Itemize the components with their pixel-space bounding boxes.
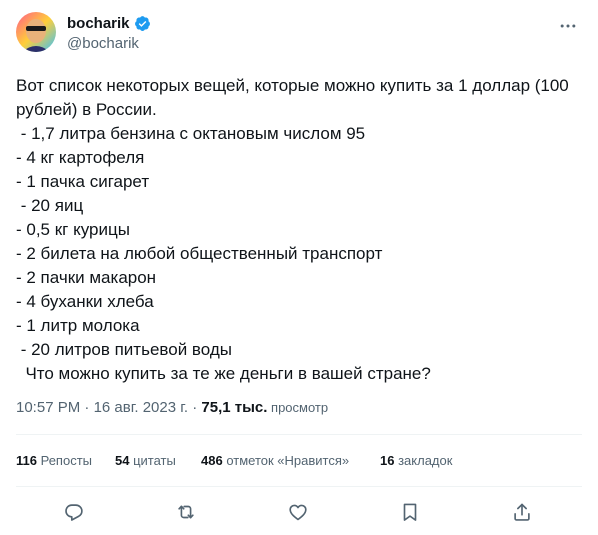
tweet-text: Вот список некоторых вещей, которые можн…: [16, 74, 582, 386]
handle[interactable]: @bocharik: [67, 35, 151, 52]
tweet-line: - 20 яиц: [16, 196, 84, 215]
divider: [16, 486, 582, 487]
tweet-date[interactable]: 16 авг. 2023 г.: [94, 399, 188, 416]
bookmarks-label: закладок: [394, 453, 453, 468]
tweet-line: - 4 буханки хлеба: [16, 292, 154, 311]
reposts-count: 116: [16, 453, 37, 468]
reposts-label: Репосты: [36, 453, 92, 468]
avatar[interactable]: [16, 12, 56, 52]
tweet-line: - 0,5 кг курицы: [16, 220, 130, 239]
tweet-line: - 1 пачка сигарет: [16, 172, 150, 191]
divider: [16, 434, 582, 435]
tweet-line: Что можно купить за те же деньги в вашей…: [16, 364, 431, 383]
tweet-line: - 2 пачки макарон: [16, 268, 157, 287]
quotes-label: цитаты: [129, 453, 176, 468]
tweet-line: - 1 литр молока: [16, 316, 140, 335]
quotes-stat[interactable]: 54 цитаты: [115, 453, 201, 468]
bookmarks-stat[interactable]: 16 закладок: [380, 453, 452, 468]
bookmark-icon[interactable]: [398, 500, 422, 524]
tweet-meta: 10:57 PM · 16 авг. 2023 г. · 75,1 тыс. п…: [16, 399, 328, 416]
tweet-line: - 4 кг картофеля: [16, 148, 145, 167]
views-label: просмотр: [267, 400, 329, 415]
action-bar: [0, 496, 598, 528]
meta-separator: ·: [80, 399, 94, 416]
likes-count: 486: [201, 453, 223, 468]
tweet-line: - 1,7 литра бензина с октановым числом 9…: [16, 124, 366, 143]
like-icon[interactable]: [286, 500, 310, 524]
more-horizontal-icon[interactable]: [558, 16, 578, 36]
share-icon[interactable]: [510, 500, 534, 524]
verified-badge-icon: [134, 15, 151, 32]
likes-stat[interactable]: 486 отметок «Нравится»: [201, 453, 380, 468]
engagement-stats: 116 Репосты 54 цитаты 486 отметок «Нрави…: [16, 453, 452, 468]
reply-icon[interactable]: [62, 500, 86, 524]
repost-icon[interactable]: [174, 500, 198, 524]
quotes-count: 54: [115, 453, 130, 468]
meta-separator: ·: [188, 399, 202, 416]
tweet-line: - 20 литров питьевой воды: [16, 340, 232, 359]
reposts-stat[interactable]: 116 Репосты: [16, 453, 115, 468]
tweet-line: Вот список некоторых вещей, которые можн…: [16, 76, 569, 95]
tweet-time[interactable]: 10:57 PM: [16, 399, 80, 416]
display-name[interactable]: bocharik: [67, 15, 130, 32]
tweet-line: - 2 билета на любой общественный транспо…: [16, 244, 383, 263]
views-count: 75,1 тыс.: [201, 399, 268, 416]
tweet-line: рублей) в России.: [16, 100, 157, 119]
tweet-header: bocharik @bocharik: [16, 12, 582, 54]
likes-label: отметок «Нравится»: [222, 453, 350, 468]
bookmarks-count: 16: [380, 453, 395, 468]
